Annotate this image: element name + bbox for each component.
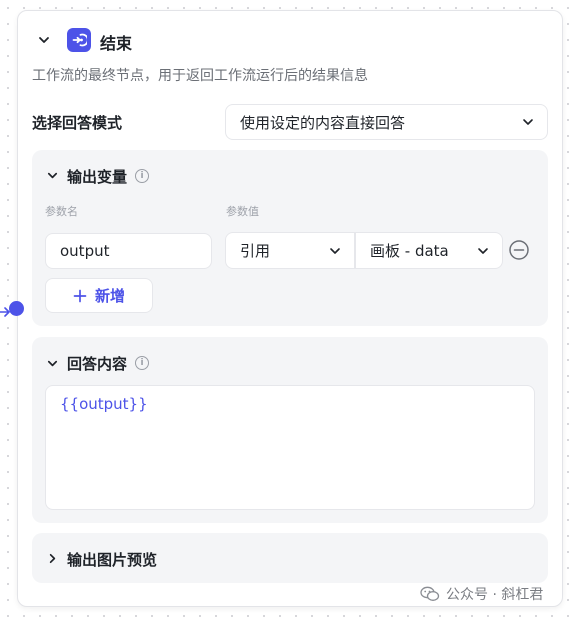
watermark: 公众号 · 斜杠君 xyxy=(420,584,543,604)
param-name-value: output xyxy=(60,242,110,260)
answer-content-value: {{output}} xyxy=(60,395,148,413)
node-description: 工作流的最终节点，用于返回工作流运行后的结果信息 xyxy=(32,68,368,84)
ref-value-select[interactable]: 画板 - data xyxy=(355,232,503,269)
output-variables-title: 输出变量 xyxy=(67,168,128,186)
answer-mode-select[interactable]: 使用设定的内容直接回答 xyxy=(225,104,548,140)
info-icon[interactable]: i xyxy=(135,169,149,183)
answer-content-title: 回答内容 xyxy=(67,355,128,373)
answer-mode-value: 使用设定的内容直接回答 xyxy=(240,113,406,132)
end-node-icon xyxy=(67,28,91,52)
answer-mode-label: 选择回答模式 xyxy=(32,114,123,132)
end-node-card[interactable]: 结束 工作流的最终节点，用于返回工作流运行后的结果信息 选择回答模式 使用设定的… xyxy=(17,10,563,607)
section-collapse-chevron-icon[interactable] xyxy=(42,353,62,373)
image-preview-section[interactable]: 输出图片预览 xyxy=(32,533,548,583)
section-collapse-chevron-icon[interactable] xyxy=(42,165,62,185)
image-preview-title: 输出图片预览 xyxy=(67,551,158,569)
expand-chevron-icon[interactable] xyxy=(42,548,62,568)
chevron-down-icon xyxy=(478,247,488,254)
chevron-down-icon xyxy=(523,119,533,125)
chevron-down-icon xyxy=(330,247,340,254)
wechat-icon xyxy=(420,586,440,601)
collapse-chevron-icon[interactable] xyxy=(34,30,54,50)
param-name-header: 参数名 xyxy=(45,205,78,218)
param-value-header: 参数值 xyxy=(226,205,259,218)
add-variable-label: 新增 xyxy=(94,287,125,305)
add-variable-button[interactable]: 新增 xyxy=(45,278,153,313)
ref-value-value: 画板 - data xyxy=(370,242,449,260)
param-name-input[interactable]: output xyxy=(45,233,212,269)
answer-content-section: 回答内容 i {{output}} xyxy=(32,337,548,523)
output-variables-section: 输出变量 i 参数名 参数值 output 引用 画板 - data 新增 xyxy=(32,150,548,326)
ref-type-select[interactable]: 引用 xyxy=(225,232,355,269)
node-title[interactable]: 结束 xyxy=(100,30,132,54)
ref-type-value: 引用 xyxy=(240,242,271,260)
remove-row-icon[interactable] xyxy=(508,239,530,261)
plus-icon xyxy=(73,289,87,302)
watermark-text: 公众号 · 斜杠君 xyxy=(446,587,544,603)
info-icon[interactable]: i xyxy=(135,356,149,370)
input-port[interactable] xyxy=(9,301,24,316)
answer-content-editor[interactable]: {{output}} xyxy=(45,385,535,510)
